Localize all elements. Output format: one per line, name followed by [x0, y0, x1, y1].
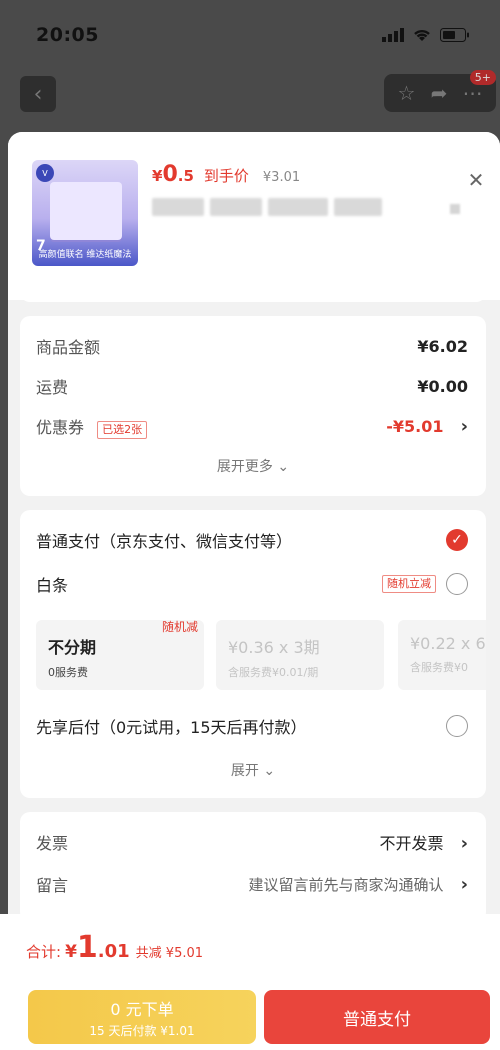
installment-main: ¥0.22 x 6	[410, 634, 486, 653]
message-badge: 5+	[469, 70, 496, 85]
baitiao-row[interactable]: 白条 随机立减	[36, 572, 468, 596]
baitiao-label: 白条	[36, 576, 69, 595]
total-currency: ¥	[65, 942, 77, 962]
payment-expand-label: 展开	[230, 763, 259, 779]
total-savings: 共减 ¥5.01	[135, 946, 204, 961]
note-row[interactable]: 留言 建议留言前先与商家沟通确认 ›	[36, 872, 468, 896]
coupon-right: -¥5.01 ›	[386, 416, 468, 437]
price-decimal: .5	[177, 167, 194, 185]
goods-amount-row: 商品金额 ¥6.02	[36, 334, 468, 358]
expand-more-link[interactable]: 展开更多 ⌄	[20, 456, 486, 476]
shipping-value: ¥0.00	[417, 376, 468, 396]
wifi-icon	[414, 29, 430, 41]
battery-icon	[440, 28, 469, 42]
background-nav: ‹ ☆ ➦ ⋯ 5+	[0, 70, 500, 140]
star-icon[interactable]: ☆	[398, 81, 416, 105]
tissue-box-graphic	[50, 182, 122, 240]
checkout-sheet: V 7 高颜值联名 维达纸魔法 ¥ 0 .5 到手价 ¥3.01 ✕ 商品金额 …	[8, 132, 500, 1050]
price-row: ¥ 0 .5 到手价 ¥3.01	[152, 162, 300, 187]
chevron-right-icon: ›	[460, 833, 468, 854]
total-decimal: .01	[97, 941, 130, 962]
chevron-right-icon: ›	[460, 416, 468, 437]
note-right: 建议留言前先与商家沟通确认 ›	[248, 874, 468, 895]
coupon-selected-tag: 已选2张	[97, 421, 148, 439]
normal-pay-radio[interactable]: ✓	[446, 529, 468, 551]
coupon-row[interactable]: 优惠券 已选2张 -¥5.01 ›	[36, 414, 468, 439]
back-button[interactable]: ‹	[20, 76, 56, 112]
status-bar: 20:05	[0, 0, 500, 70]
coupon-left: 优惠券 已选2张	[36, 414, 148, 439]
note-label: 留言	[36, 876, 69, 895]
shipping-row: 运费 ¥0.00	[36, 374, 468, 398]
chevron-down-icon: ⌄	[277, 459, 290, 475]
background-actions: ☆ ➦ ⋯ 5+	[384, 70, 496, 112]
coupon-value: -¥5.01	[386, 417, 444, 436]
expand-more-label: 展开更多	[216, 459, 273, 475]
product-image: V 7 高颜值联名 维达纸魔法	[32, 160, 138, 266]
pay-later-radio[interactable]	[446, 715, 468, 737]
pay-later-button-sub: 15 天后付款 ¥1.01	[89, 1024, 195, 1038]
status-icons	[382, 28, 470, 42]
blurred-spec	[450, 204, 460, 214]
close-icon: ✕	[467, 168, 485, 192]
checkout-footer: 合计: ¥ 1 .01 共减 ¥5.01 0 元下单 15 天后付款 ¥1.01…	[0, 914, 500, 1050]
pay-later-row[interactable]: 先享后付（0元试用，15天后再付款）	[36, 714, 468, 738]
price-currency: ¥	[152, 167, 163, 185]
installment-option-none[interactable]: 随机减 不分期 0服务费	[36, 620, 204, 690]
normal-pay-label: 普通支付（京东支付、微信支付等）	[36, 532, 293, 551]
invoice-row[interactable]: 发票 不开发票 ›	[36, 830, 468, 854]
installment-sub: 含服务费¥0.01/期	[228, 666, 319, 679]
normal-pay-row[interactable]: 普通支付（京东支付、微信支付等） ✓	[36, 528, 468, 552]
installment-badge: 随机减	[161, 620, 198, 634]
price-summary-card: 商品金额 ¥6.02 运费 ¥0.00 优惠券 已选2张 -¥5.01 › 展开…	[20, 316, 486, 496]
pay-later-button[interactable]: 0 元下单 15 天后付款 ¥1.01	[28, 990, 256, 1044]
goods-amount-label: 商品金额	[36, 338, 101, 357]
share-icon[interactable]: ➦	[431, 81, 448, 105]
signal-icon	[382, 28, 404, 42]
installment-main: 不分期	[48, 638, 97, 657]
installment-option-3[interactable]: ¥0.36 x 3期 含服务费¥0.01/期	[216, 620, 384, 690]
installment-sub: 含服务费¥0	[410, 661, 468, 674]
installment-main: ¥0.36 x 3期	[228, 638, 320, 657]
coupon-label: 优惠券	[36, 418, 85, 437]
baitiao-radio[interactable]	[446, 573, 468, 595]
installment-sub: 0服务费	[48, 666, 88, 679]
payment-card: 普通支付（京东支付、微信支付等） ✓ 白条 随机立减 随机减 不分期 0服务费 …	[20, 510, 486, 798]
installment-option-6[interactable]: ¥0.22 x 6 含服务费¥0	[398, 620, 486, 690]
pay-later-button-title: 0 元下单	[110, 1000, 174, 1019]
baitiao-badge: 随机立减	[382, 575, 436, 593]
chevron-right-icon: ›	[460, 873, 468, 895]
final-price-tag: 到手价	[203, 167, 249, 185]
chevron-left-icon: ‹	[33, 81, 43, 107]
total-label: 合计:	[26, 943, 62, 961]
shipping-label: 运费	[36, 378, 69, 397]
price-integer: 0	[162, 162, 178, 187]
collapsed-card	[20, 282, 486, 302]
original-price: ¥3.01	[262, 170, 301, 185]
baitiao-right: 随机立减	[374, 573, 468, 595]
close-button[interactable]: ✕	[464, 168, 488, 192]
pay-later-label: 先享后付（0元试用，15天后再付款）	[36, 718, 307, 737]
product-caption: 高颜值联名 维达纸魔法	[38, 250, 132, 260]
total-integer: 1	[76, 930, 98, 965]
normal-pay-button[interactable]: 普通支付	[264, 990, 490, 1044]
product-title-blurred	[152, 198, 388, 220]
brand-logo-icon: V	[36, 164, 54, 182]
chevron-down-icon: ⌄	[263, 763, 276, 779]
invoice-value: 不开发票	[379, 834, 444, 853]
status-time: 20:05	[36, 24, 99, 46]
note-placeholder: 建议留言前先与商家沟通确认	[248, 875, 444, 894]
goods-amount-value: ¥6.02	[417, 336, 468, 356]
payment-expand-link[interactable]: 展开 ⌄	[20, 760, 486, 780]
product-header: V 7 高颜值联名 维达纸魔法 ¥ 0 .5 到手价 ¥3.01 ✕	[8, 132, 500, 300]
total-row: 合计: ¥ 1 .01 共减 ¥5.01	[26, 930, 203, 965]
invoice-label: 发票	[36, 834, 69, 853]
invoice-right: 不开发票 ›	[379, 830, 468, 854]
extra-info-card: 发票 不开发票 › 留言 建议留言前先与商家沟通确认 ›	[20, 812, 486, 922]
